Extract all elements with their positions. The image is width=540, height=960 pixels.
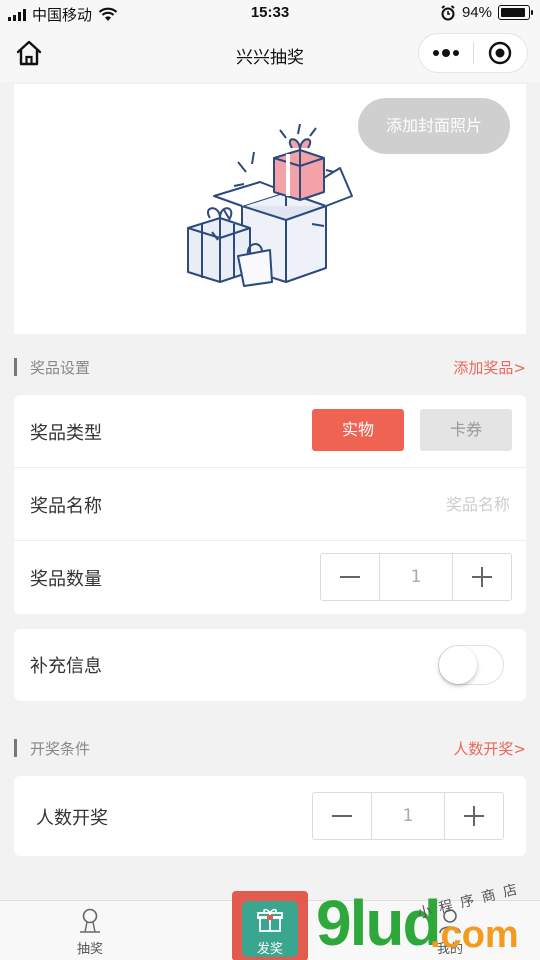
prize-name-label: 奖品名称 <box>30 496 102 517</box>
draw-by-people-link[interactable]: 人数开奖> <box>453 738 526 759</box>
minus-icon <box>332 815 352 817</box>
minus-icon <box>340 576 360 578</box>
prize-name-input[interactable] <box>310 490 510 518</box>
prize-type-label: 奖品类型 <box>30 423 102 444</box>
extra-info-toggle[interactable] <box>438 645 504 685</box>
cover-area: 添加封面照片 <box>14 84 526 334</box>
prize-quantity-row: 奖品数量 1 <box>14 541 526 614</box>
prize-section-title: 奖品设置 <box>30 359 91 377</box>
extra-info-card: 补充信息 <box>14 629 526 701</box>
tab-publish[interactable]: 发奖 <box>210 891 330 960</box>
more-button[interactable] <box>419 34 473 72</box>
tab-publish-label: 发奖 <box>256 942 283 957</box>
section-marker <box>14 739 17 757</box>
status-bar: 中国移动 15:33 94% <box>0 0 540 28</box>
quantity-increase-button[interactable] <box>453 554 511 600</box>
draw-condition-card: 人数开奖 1 <box>14 776 526 856</box>
add-prize-link[interactable]: 添加奖品> <box>453 357 526 378</box>
people-count-value[interactable]: 1 <box>371 793 445 839</box>
prize-name-row: 奖品名称 <box>14 468 526 541</box>
prize-card: 奖品类型 实物 卡券 奖品名称 奖品数量 1 <box>14 395 526 614</box>
coupon-prize-button[interactable]: 卡券 <box>420 409 512 451</box>
watermark-domain: .com <box>430 914 519 956</box>
battery-percent: 94% <box>461 4 492 21</box>
close-program-button[interactable] <box>474 34 528 72</box>
add-cover-photo-button[interactable]: 添加封面照片 <box>358 98 510 154</box>
physical-prize-button[interactable]: 实物 <box>312 409 404 451</box>
draw-section-title: 开奖条件 <box>30 740 91 758</box>
section-marker <box>14 358 17 376</box>
prize-quantity-stepper: 1 <box>320 553 512 601</box>
prize-type-row: 奖品类型 实物 卡券 <box>14 395 526 468</box>
gift-boxes-illustration <box>187 123 353 287</box>
prize-section-header: 奖品设置 添加奖品> <box>14 356 526 380</box>
nav-bar: 兴兴抽奖 <box>0 28 540 82</box>
prize-quantity-label: 奖品数量 <box>30 569 102 590</box>
lottery-icon <box>80 908 100 933</box>
battery-icon <box>498 5 533 20</box>
extra-info-label: 补充信息 <box>30 656 102 677</box>
extra-info-row: 补充信息 <box>14 629 526 702</box>
watermark-logo-text: 9lud <box>316 887 442 959</box>
mini-program-capsule <box>418 33 528 73</box>
plus-icon <box>472 567 492 587</box>
people-count-label: 人数开奖 <box>36 808 108 829</box>
more-dots-icon <box>432 49 459 57</box>
site-watermark: 9lud 小程序商店 .com <box>316 880 536 960</box>
toggle-knob <box>439 646 477 684</box>
plus-icon <box>464 806 484 826</box>
gift-icon <box>257 908 283 932</box>
quantity-value[interactable]: 1 <box>379 554 453 600</box>
tab-lottery-label: 抽奖 <box>76 942 103 957</box>
alarm-icon <box>441 4 455 20</box>
people-count-stepper: 1 <box>312 792 504 840</box>
people-increase-button[interactable] <box>445 793 503 839</box>
quantity-decrease-button[interactable] <box>321 554 379 600</box>
draw-section-header: 开奖条件 人数开奖> <box>14 737 526 761</box>
tab-lottery[interactable]: 抽奖 <box>30 901 150 960</box>
target-close-icon <box>489 41 512 65</box>
people-decrease-button[interactable] <box>313 793 371 839</box>
